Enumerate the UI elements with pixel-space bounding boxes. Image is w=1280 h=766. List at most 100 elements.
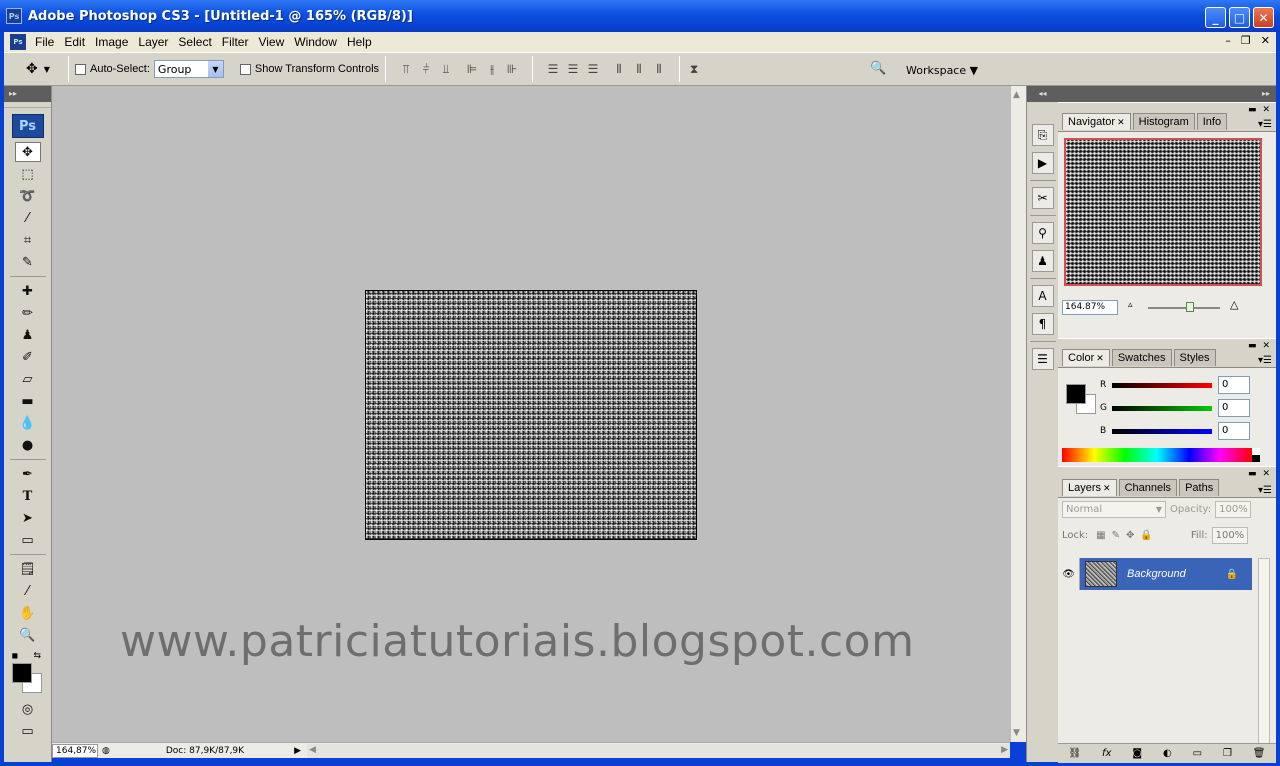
close-icon[interactable]: ✕	[1096, 353, 1104, 363]
panel-menu-icon[interactable]: ▾☰	[1258, 355, 1272, 366]
scroll-up-icon[interactable]: ▲	[1013, 90, 1020, 100]
panel-minimize-icon[interactable]: ▬	[1248, 341, 1257, 351]
document-image[interactable]	[365, 290, 697, 540]
auto-select-dropdown[interactable]: Group ▼	[153, 60, 224, 78]
photoshop-logo[interactable]: Ps	[11, 114, 44, 138]
zoom-out-icon[interactable]: ▵	[1128, 300, 1133, 310]
tab-navigator[interactable]: Navigator ✕	[1062, 113, 1131, 130]
panel-close-icon[interactable]: ✕	[1262, 469, 1270, 479]
brushes-panel-icon[interactable]: ⚲	[1031, 222, 1054, 244]
tab-histogram[interactable]: Histogram	[1132, 113, 1195, 130]
notes-tool-icon[interactable]: 🗒	[15, 559, 41, 579]
minimize-button[interactable]: _	[1205, 7, 1226, 28]
character-panel-icon[interactable]: A	[1031, 285, 1054, 307]
panel-close-icon[interactable]: ✕	[1262, 105, 1270, 115]
close-icon[interactable]: ✕	[1103, 483, 1111, 493]
tab-channels[interactable]: Channels	[1118, 479, 1178, 496]
new-group-icon[interactable]: ▭	[1193, 748, 1202, 759]
status-menu-arrow-icon[interactable]: ▶	[294, 746, 301, 756]
eyedropper-tool-icon[interactable]: ⁄	[15, 581, 41, 601]
slider-handle[interactable]	[1186, 302, 1194, 312]
layer-row-background[interactable]: 👁 Background 🔒	[1058, 558, 1252, 590]
link-layers-icon[interactable]: ⛓	[1068, 748, 1081, 759]
green-value-field[interactable]: 0	[1218, 399, 1250, 417]
color-spectrum-bar[interactable]	[1062, 448, 1252, 462]
actions-panel-icon[interactable]: ▶	[1031, 152, 1054, 174]
menu-edit[interactable]: Edit	[59, 35, 90, 49]
maximize-button[interactable]: □	[1229, 7, 1250, 28]
align-right-icon[interactable]: ⊪	[504, 61, 520, 77]
auto-align-icon[interactable]: ⧗	[686, 61, 702, 77]
lock-position-icon[interactable]: ✥	[1126, 530, 1134, 541]
new-layer-icon[interactable]: ❐	[1223, 748, 1232, 759]
tab-info[interactable]: Info	[1196, 113, 1228, 130]
distribute-bottom-icon[interactable]: ☰	[585, 61, 601, 77]
toolbox-grip[interactable]	[4, 102, 51, 108]
history-panel-icon[interactable]: ⎘	[1031, 124, 1054, 146]
magic-wand-tool-icon[interactable]: ⁄	[15, 208, 41, 228]
paragraph-panel-icon[interactable]: ¶	[1031, 313, 1054, 335]
dock-collapse-icon[interactable]: ◂◂	[1027, 86, 1058, 102]
type-tool-icon[interactable]: T	[15, 486, 41, 506]
horizontal-scrollbar[interactable]: ◀ ▶	[306, 743, 1010, 758]
screen-mode-icon[interactable]: ▭	[15, 721, 41, 741]
distribute-right-icon[interactable]: ⦀	[651, 61, 667, 77]
document-icon[interactable]: Ps	[10, 34, 26, 50]
scroll-left-icon[interactable]: ◀	[309, 745, 316, 755]
tool-preset-picker[interactable]: ✥ ▼	[14, 55, 62, 83]
layers-scrollbar[interactable]	[1258, 558, 1270, 750]
doc-minimize-button[interactable]: –	[1225, 34, 1231, 47]
layer-visibility-eye-icon[interactable]: 👁	[1058, 558, 1080, 590]
layer-name[interactable]: Background	[1127, 568, 1226, 580]
foreground-color-swatch[interactable]	[11, 663, 32, 683]
fill-field[interactable]: 100%	[1211, 526, 1248, 544]
opacity-field[interactable]: 100%	[1215, 500, 1252, 518]
shape-tool-icon[interactable]: ▭	[15, 530, 41, 550]
move-tool-icon[interactable]: ✥	[14, 142, 41, 162]
distribute-left-icon[interactable]: ⦀	[611, 61, 627, 77]
quick-mask-icon[interactable]: ◎	[15, 699, 41, 719]
doc-restore-button[interactable]: ❐	[1241, 34, 1251, 47]
default-colors-icon[interactable]: ◼	[12, 651, 19, 660]
zoom-level-field[interactable]: 164,87%	[52, 743, 98, 758]
add-mask-icon[interactable]: ◙	[1132, 748, 1142, 759]
show-transform-option[interactable]: Show Transform Controls	[239, 63, 379, 75]
blur-tool-icon[interactable]: 💧	[15, 413, 41, 433]
distribute-hcenter-icon[interactable]: ⦀	[631, 61, 647, 77]
hand-tool-icon[interactable]: ✋	[15, 603, 41, 623]
navigator-zoom-slider[interactable]	[1148, 302, 1220, 312]
workspace-button[interactable]: Workspace ▼	[906, 59, 978, 81]
red-slider[interactable]	[1112, 382, 1212, 388]
menu-layer[interactable]: Layer	[133, 35, 173, 49]
canvas-area[interactable]: www.patriciatutoriais.blogspot.com	[52, 86, 1010, 742]
blue-value-field[interactable]: 0	[1218, 422, 1250, 440]
brush-tool-icon[interactable]: ✏	[15, 303, 41, 323]
green-slider[interactable]	[1112, 405, 1212, 411]
adjustment-layer-icon[interactable]: ◐	[1163, 748, 1172, 759]
slice-tool-icon[interactable]: ✎	[15, 252, 41, 272]
align-left-icon[interactable]: ⊫	[464, 61, 480, 77]
panels-collapse-icon[interactable]: ▸▸	[1058, 86, 1276, 102]
panel-menu-icon[interactable]: ▾☰	[1258, 485, 1272, 496]
align-hcenter-icon[interactable]: ⫲	[484, 61, 500, 77]
path-selection-tool-icon[interactable]: ➤	[15, 508, 41, 528]
blue-slider[interactable]	[1112, 428, 1212, 434]
align-top-icon[interactable]: ⫪	[398, 61, 414, 77]
close-icon[interactable]: ✕	[1117, 117, 1125, 127]
dodge-tool-icon[interactable]: ●	[15, 435, 41, 455]
scroll-down-icon[interactable]: ▼	[1013, 728, 1020, 738]
menu-image[interactable]: Image	[90, 35, 133, 49]
marquee-tool-icon[interactable]: ⬚	[15, 164, 41, 184]
eraser-tool-icon[interactable]: ▱	[15, 369, 41, 389]
auto-select-checkbox[interactable]	[75, 63, 86, 75]
menu-view[interactable]: View	[253, 35, 289, 49]
tab-color[interactable]: Color ✕	[1062, 349, 1110, 366]
scroll-right-icon[interactable]: ▶	[1001, 745, 1008, 755]
status-info-icon[interactable]: ◍	[102, 746, 110, 756]
show-transform-checkbox[interactable]	[239, 63, 251, 75]
foreground-color-swatch[interactable]	[1066, 384, 1086, 404]
red-value-field[interactable]: 0	[1218, 376, 1250, 394]
tab-paths[interactable]: Paths	[1179, 479, 1220, 496]
tab-layers[interactable]: Layers ✕	[1062, 479, 1117, 496]
navigator-zoom-field[interactable]: 164.87%	[1062, 300, 1118, 315]
